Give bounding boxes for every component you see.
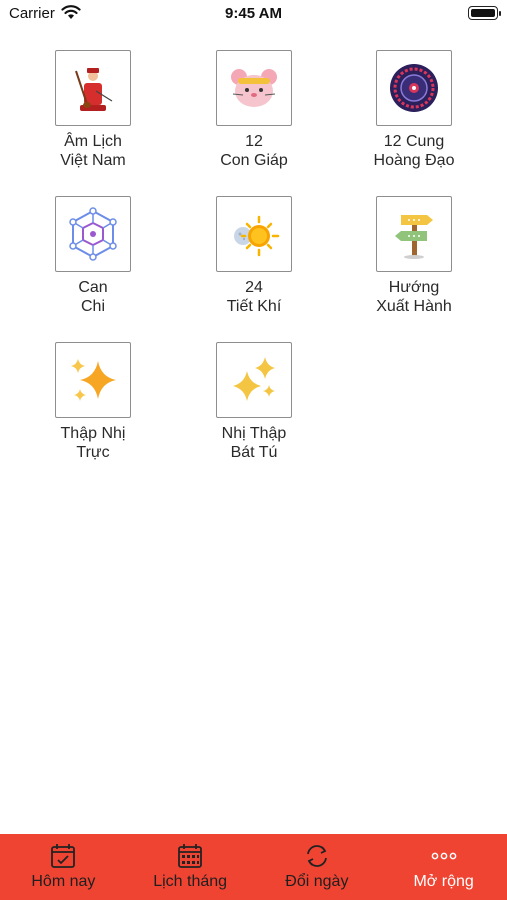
menu-item-huong-xuat-hanh[interactable]: Hướng Xuất Hành [333,194,493,334]
menu-item-12-cung-hoang-dao[interactable]: 12 Cung Hoàng Đạo [333,48,493,188]
menu-item-label: 24 Tiết Khí [226,279,282,315]
menu-item-label: Thập Nhị Trực [60,425,126,461]
zodiac-rat-icon [216,50,292,126]
tab-label: Đổi ngày [285,873,349,890]
menu-item-label: Nhị Thập Bát Tú [221,425,287,461]
menu-item-24-tiet-khi[interactable]: 24 Tiết Khí [173,194,333,334]
stars-icon [216,342,292,418]
tab-doi-ngay[interactable]: Đổi ngày [254,834,381,900]
menu-item-label: Âm Lịch Việt Nam [60,133,126,169]
convert-date-icon [306,845,327,867]
zodiac-wheel-icon [376,50,452,126]
hexagon-network-icon [55,196,131,272]
tab-label: Mở rộng [413,873,474,890]
tab-bar: Hôm nay Lịch tháng Đổi ngày Mở rộng [0,834,507,900]
menu-item-can-chi[interactable]: Can Chi [12,194,172,334]
more-icon [431,852,456,860]
month-calendar-icon [178,844,203,868]
menu-item-am-lich-viet-nam[interactable]: Âm Lịch Việt Nam [12,48,172,188]
menu-item-label: 12 Con Giáp [220,133,288,169]
battery-icon [468,6,501,20]
menu-item-12-con-giap[interactable]: 12 Con Giáp [173,48,333,188]
sparkle-icon [55,342,131,418]
musician-icon [55,50,131,126]
tab-label: Hôm nay [31,873,96,890]
menu-item-label: 12 Cung Hoàng Đạo [373,133,455,169]
today-calendar-icon [51,844,76,868]
tab-lich-thang[interactable]: Lịch tháng [127,834,254,900]
sun-moon-icon [216,196,292,272]
menu-item-thap-nhi-truc[interactable]: Thập Nhị Trực [12,340,172,480]
menu-item-nhi-thap-bat-tu[interactable]: Nhị Thập Bát Tú [173,340,333,480]
tab-label: Lịch tháng [153,873,228,890]
menu-item-label: Can Chi [78,279,108,315]
menu-item-label: Hướng Xuất Hành [376,279,452,315]
tab-hom-nay[interactable]: Hôm nay [0,834,127,900]
status-bar: Carrier 9:45 AM [0,0,507,28]
signpost-icon [376,196,452,272]
tab-mo-rong[interactable]: Mở rộng [380,834,507,900]
clock-time: 9:45 AM [225,5,282,22]
